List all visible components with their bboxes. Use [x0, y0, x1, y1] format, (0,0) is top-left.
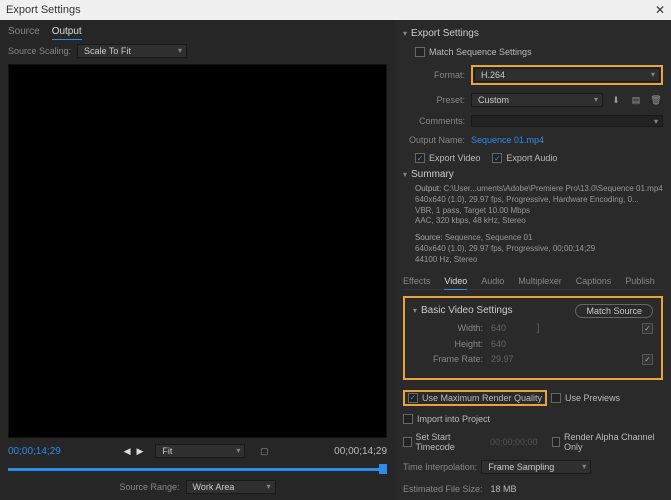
- use-previews-label: Use Previews: [565, 393, 620, 403]
- max-render-checkbox[interactable]: [408, 393, 418, 403]
- titlebar: Export Settings ✕: [0, 0, 671, 20]
- set-start-tc-label: Set Start Timecode: [416, 432, 478, 452]
- next-frame-icon[interactable]: ▶: [137, 446, 144, 457]
- window-title: Export Settings: [6, 4, 81, 16]
- tab-source[interactable]: Source: [8, 26, 40, 40]
- max-render-label: Use Maximum Render Quality: [422, 393, 542, 403]
- format-label: Format:: [403, 70, 465, 80]
- tab-multiplexer[interactable]: Multiplexer: [518, 276, 562, 286]
- tab-audio[interactable]: Audio: [481, 276, 504, 286]
- video-preview[interactable]: [8, 64, 387, 438]
- summary-header[interactable]: Summary: [403, 169, 663, 180]
- source-range-dropdown[interactable]: Work Area: [186, 480, 276, 494]
- source-scaling-dropdown[interactable]: Scale To Fit: [77, 44, 187, 58]
- comments-label: Comments:: [403, 116, 465, 126]
- height-value[interactable]: 640: [491, 339, 531, 349]
- width-match-checkbox[interactable]: [642, 323, 653, 334]
- export-settings-header[interactable]: Export Settings: [403, 28, 663, 39]
- export-audio-label: Export Audio: [506, 153, 557, 163]
- est-size-value: 18 MB: [491, 484, 517, 494]
- timeline-slider[interactable]: [8, 464, 387, 474]
- tab-video[interactable]: Video: [444, 276, 467, 290]
- prev-frame-icon[interactable]: ◀: [124, 446, 131, 457]
- tab-captions[interactable]: Captions: [576, 276, 612, 286]
- timecode-current[interactable]: 00;00;14;29: [8, 446, 61, 457]
- close-icon[interactable]: ✕: [655, 3, 665, 17]
- preview-panel: Source Output Source Scaling: Scale To F…: [0, 20, 395, 500]
- time-interp-dropdown[interactable]: Frame Sampling: [481, 460, 591, 474]
- framerate-label: Frame Rate:: [413, 354, 483, 364]
- bvs-header[interactable]: Basic Video Settings: [413, 305, 513, 316]
- output-name-link[interactable]: Sequence 01.mp4: [471, 135, 544, 145]
- comments-field[interactable]: [471, 115, 663, 127]
- save-preset-icon[interactable]: ⬇: [609, 93, 623, 107]
- playhead-icon[interactable]: [379, 464, 387, 474]
- import-preset-icon[interactable]: ▤: [629, 93, 643, 107]
- source-range-label: Source Range:: [119, 482, 179, 492]
- width-value[interactable]: 640: [491, 323, 531, 333]
- tab-publish[interactable]: Publish: [625, 276, 655, 286]
- framerate-value[interactable]: 29.97: [491, 354, 531, 364]
- timecode-duration: 00;00;14;29: [334, 446, 387, 457]
- aspect-icon[interactable]: ▢: [257, 444, 271, 458]
- output-name-label: Output Name:: [403, 135, 465, 145]
- import-project-label: Import into Project: [417, 414, 490, 424]
- framerate-match-checkbox[interactable]: [642, 354, 653, 365]
- summary-output: Output: C:\User...uments\Adobe\Premiere …: [415, 184, 663, 227]
- format-dropdown[interactable]: H.264: [474, 68, 660, 82]
- export-audio-checkbox[interactable]: [492, 153, 502, 163]
- settings-tabs: Effects Video Audio Multiplexer Captions…: [403, 276, 663, 290]
- export-video-label: Export Video: [429, 153, 480, 163]
- delete-preset-icon[interactable]: 🗑: [649, 93, 663, 107]
- summary-source: Source: Sequence, Sequence 01 640x640 (1…: [415, 233, 663, 265]
- time-interp-label: Time Interpolation:: [403, 462, 477, 472]
- set-start-tc-checkbox[interactable]: [403, 437, 412, 447]
- set-start-tc-value[interactable]: 00;00;00;00: [490, 437, 538, 447]
- height-label: Height:: [413, 339, 483, 349]
- match-sequence-checkbox[interactable]: [415, 47, 425, 57]
- export-video-checkbox[interactable]: [415, 153, 425, 163]
- preset-dropdown[interactable]: Custom: [471, 93, 603, 107]
- render-alpha-label: Render Alpha Channel Only: [564, 432, 655, 452]
- preview-tabs: Source Output: [8, 26, 387, 40]
- preset-label: Preset:: [403, 95, 465, 105]
- tab-effects[interactable]: Effects: [403, 276, 430, 286]
- est-size-label: Estimated File Size:: [403, 484, 483, 494]
- link-dimensions-icon[interactable]: ]: [531, 323, 545, 334]
- render-alpha-checkbox[interactable]: [552, 437, 561, 447]
- import-project-checkbox[interactable]: [403, 414, 413, 424]
- tab-output[interactable]: Output: [52, 26, 82, 40]
- use-previews-checkbox[interactable]: [551, 393, 561, 403]
- basic-video-settings-box: Basic Video Settings Match Source Width:…: [403, 296, 663, 380]
- match-source-button[interactable]: Match Source: [575, 304, 653, 318]
- settings-panel: Export Settings Match Sequence Settings …: [395, 20, 671, 500]
- width-label: Width:: [413, 323, 483, 333]
- source-scaling-label: Source Scaling:: [8, 46, 71, 56]
- fit-dropdown[interactable]: Fit: [155, 444, 245, 458]
- match-sequence-label: Match Sequence Settings: [429, 47, 532, 57]
